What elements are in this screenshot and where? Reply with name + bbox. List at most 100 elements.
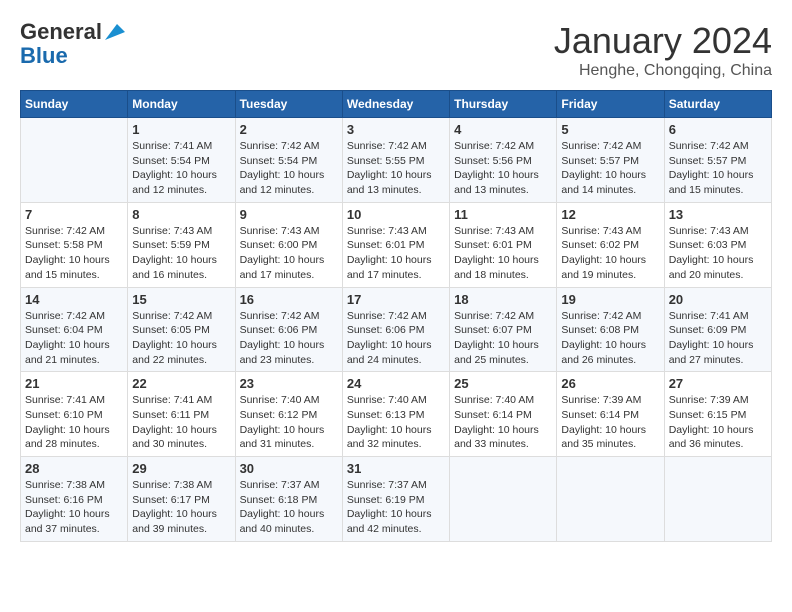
calendar-header-row: SundayMondayTuesdayWednesdayThursdayFrid…	[21, 91, 772, 118]
day-number: 1	[132, 122, 230, 137]
day-info: Sunrise: 7:40 AMSunset: 6:14 PMDaylight:…	[454, 393, 552, 452]
day-info: Sunrise: 7:39 AMSunset: 6:14 PMDaylight:…	[561, 393, 659, 452]
day-number: 9	[240, 207, 338, 222]
calendar-week-row: 21 Sunrise: 7:41 AMSunset: 6:10 PMDayligh…	[21, 372, 772, 457]
calendar-cell: 29Sunrise: 7:38 AMSunset: 6:17 PMDayligh…	[128, 457, 235, 542]
day-number: 13	[669, 207, 767, 222]
day-number: 31	[347, 461, 445, 476]
day-info: Sunrise: 7:42 AMSunset: 6:06 PMDaylight:…	[240, 309, 338, 368]
day-number: 21	[25, 376, 123, 391]
location-subtitle: Henghe, Chongqing, China	[554, 62, 772, 80]
column-header-tuesday: Tuesday	[235, 91, 342, 118]
title-block: January 2024 Henghe, Chongqing, China	[554, 20, 772, 80]
calendar-cell: 8Sunrise: 7:43 AMSunset: 5:59 PMDaylight…	[128, 202, 235, 287]
day-number: 25	[454, 376, 552, 391]
day-number: 19	[561, 292, 659, 307]
calendar-week-row: 1 Sunrise: 7:41 AMSunset: 5:54 PMDaylight…	[21, 118, 772, 203]
day-number: 12	[561, 207, 659, 222]
day-info: Sunrise: 7:41 AMSunset: 6:09 PMDaylight:…	[669, 309, 767, 368]
column-header-monday: Monday	[128, 91, 235, 118]
day-info: Sunrise: 7:42 AMSunset: 5:57 PMDaylight:…	[561, 139, 659, 198]
calendar-cell: 17 Sunrise: 7:42 AMSunset: 6:06 PMDayligh…	[342, 287, 449, 372]
day-number: 16	[240, 292, 338, 307]
logo-text-blue: Blue	[20, 44, 125, 68]
calendar-cell: 23 Sunrise: 7:40 AMSunset: 6:12 PMDayligh…	[235, 372, 342, 457]
calendar-cell: 20 Sunrise: 7:41 AMSunset: 6:09 PMDayligh…	[664, 287, 771, 372]
logo-bird-icon	[103, 22, 125, 42]
day-number: 10	[347, 207, 445, 222]
day-number: 11	[454, 207, 552, 222]
calendar-cell: 11Sunrise: 7:43 AMSunset: 6:01 PMDayligh…	[450, 202, 557, 287]
day-info: Sunrise: 7:43 AMSunset: 6:01 PMDaylight:…	[347, 224, 445, 283]
calendar-cell: 13 Sunrise: 7:43 AMSunset: 6:03 PMDayligh…	[664, 202, 771, 287]
day-info: Sunrise: 7:42 AMSunset: 5:54 PMDaylight:…	[240, 139, 338, 198]
calendar-cell: 7Sunrise: 7:42 AMSunset: 5:58 PMDaylight…	[21, 202, 128, 287]
day-number: 29	[132, 461, 230, 476]
day-number: 20	[669, 292, 767, 307]
day-number: 2	[240, 122, 338, 137]
day-number: 3	[347, 122, 445, 137]
calendar-cell: 18 Sunrise: 7:42 AMSunset: 6:07 PMDayligh…	[450, 287, 557, 372]
day-number: 27	[669, 376, 767, 391]
day-info: Sunrise: 7:42 AMSunset: 6:05 PMDaylight:…	[132, 309, 230, 368]
day-info: Sunrise: 7:42 AMSunset: 6:06 PMDaylight:…	[347, 309, 445, 368]
day-number: 14	[25, 292, 123, 307]
calendar-cell: 14Sunrise: 7:42 AMSunset: 6:04 PMDayligh…	[21, 287, 128, 372]
day-info: Sunrise: 7:42 AMSunset: 5:57 PMDaylight:…	[669, 139, 767, 198]
calendar-cell: 10 Sunrise: 7:43 AMSunset: 6:01 PMDayligh…	[342, 202, 449, 287]
calendar-cell: 2 Sunrise: 7:42 AMSunset: 5:54 PMDaylight…	[235, 118, 342, 203]
day-info: Sunrise: 7:39 AMSunset: 6:15 PMDaylight:…	[669, 393, 767, 452]
calendar-week-row: 7Sunrise: 7:42 AMSunset: 5:58 PMDaylight…	[21, 202, 772, 287]
calendar-cell: 12 Sunrise: 7:43 AMSunset: 6:02 PMDayligh…	[557, 202, 664, 287]
calendar-cell: 9 Sunrise: 7:43 AMSunset: 6:00 PMDaylight…	[235, 202, 342, 287]
day-info: Sunrise: 7:42 AMSunset: 6:07 PMDaylight:…	[454, 309, 552, 368]
calendar-cell: 1 Sunrise: 7:41 AMSunset: 5:54 PMDaylight…	[128, 118, 235, 203]
day-info: Sunrise: 7:40 AMSunset: 6:13 PMDaylight:…	[347, 393, 445, 452]
calendar-cell: 3 Sunrise: 7:42 AMSunset: 5:55 PMDaylight…	[342, 118, 449, 203]
calendar-cell: 24Sunrise: 7:40 AMSunset: 6:13 PMDayligh…	[342, 372, 449, 457]
day-info: Sunrise: 7:38 AMSunset: 6:16 PMDaylight:…	[25, 478, 123, 537]
day-info: Sunrise: 7:37 AMSunset: 6:19 PMDaylight:…	[347, 478, 445, 537]
calendar-cell	[664, 457, 771, 542]
day-number: 15	[132, 292, 230, 307]
day-number: 18	[454, 292, 552, 307]
calendar-cell: 4Sunrise: 7:42 AMSunset: 5:56 PMDaylight…	[450, 118, 557, 203]
day-info: Sunrise: 7:41 AMSunset: 6:10 PMDaylight:…	[25, 393, 123, 452]
day-info: Sunrise: 7:41 AMSunset: 5:54 PMDaylight:…	[132, 139, 230, 198]
calendar-cell: 15 Sunrise: 7:42 AMSunset: 6:05 PMDayligh…	[128, 287, 235, 372]
logo-text-general: General	[20, 20, 102, 44]
day-number: 17	[347, 292, 445, 307]
column-header-thursday: Thursday	[450, 91, 557, 118]
day-number: 6	[669, 122, 767, 137]
calendar-cell	[21, 118, 128, 203]
calendar-cell: 30Sunrise: 7:37 AMSunset: 6:18 PMDayligh…	[235, 457, 342, 542]
day-info: Sunrise: 7:37 AMSunset: 6:18 PMDaylight:…	[240, 478, 338, 537]
month-year-title: January 2024	[554, 20, 772, 62]
calendar-week-row: 28 Sunrise: 7:38 AMSunset: 6:16 PMDayligh…	[21, 457, 772, 542]
calendar-cell: 25 Sunrise: 7:40 AMSunset: 6:14 PMDayligh…	[450, 372, 557, 457]
day-number: 8	[132, 207, 230, 222]
calendar-cell: 28 Sunrise: 7:38 AMSunset: 6:16 PMDayligh…	[21, 457, 128, 542]
calendar-cell: 26Sunrise: 7:39 AMSunset: 6:14 PMDayligh…	[557, 372, 664, 457]
calendar-cell: 6 Sunrise: 7:42 AMSunset: 5:57 PMDaylight…	[664, 118, 771, 203]
day-info: Sunrise: 7:42 AMSunset: 5:55 PMDaylight:…	[347, 139, 445, 198]
day-info: Sunrise: 7:43 AMSunset: 6:00 PMDaylight:…	[240, 224, 338, 283]
calendar-week-row: 14Sunrise: 7:42 AMSunset: 6:04 PMDayligh…	[21, 287, 772, 372]
day-info: Sunrise: 7:42 AMSunset: 6:08 PMDaylight:…	[561, 309, 659, 368]
calendar-cell: 5Sunrise: 7:42 AMSunset: 5:57 PMDaylight…	[557, 118, 664, 203]
day-number: 23	[240, 376, 338, 391]
day-number: 28	[25, 461, 123, 476]
page-header: General Blue January 2024 Henghe, Chongq…	[20, 20, 772, 80]
column-header-saturday: Saturday	[664, 91, 771, 118]
day-info: Sunrise: 7:40 AMSunset: 6:12 PMDaylight:…	[240, 393, 338, 452]
day-info: Sunrise: 7:42 AMSunset: 5:56 PMDaylight:…	[454, 139, 552, 198]
calendar-cell: 16 Sunrise: 7:42 AMSunset: 6:06 PMDayligh…	[235, 287, 342, 372]
logo: General Blue	[20, 20, 125, 68]
calendar-cell: 22Sunrise: 7:41 AMSunset: 6:11 PMDayligh…	[128, 372, 235, 457]
column-header-sunday: Sunday	[21, 91, 128, 118]
calendar-table: SundayMondayTuesdayWednesdayThursdayFrid…	[20, 90, 772, 542]
calendar-cell: 21 Sunrise: 7:41 AMSunset: 6:10 PMDayligh…	[21, 372, 128, 457]
day-info: Sunrise: 7:42 AMSunset: 5:58 PMDaylight:…	[25, 224, 123, 283]
day-info: Sunrise: 7:43 AMSunset: 6:02 PMDaylight:…	[561, 224, 659, 283]
day-info: Sunrise: 7:43 AMSunset: 6:03 PMDaylight:…	[669, 224, 767, 283]
